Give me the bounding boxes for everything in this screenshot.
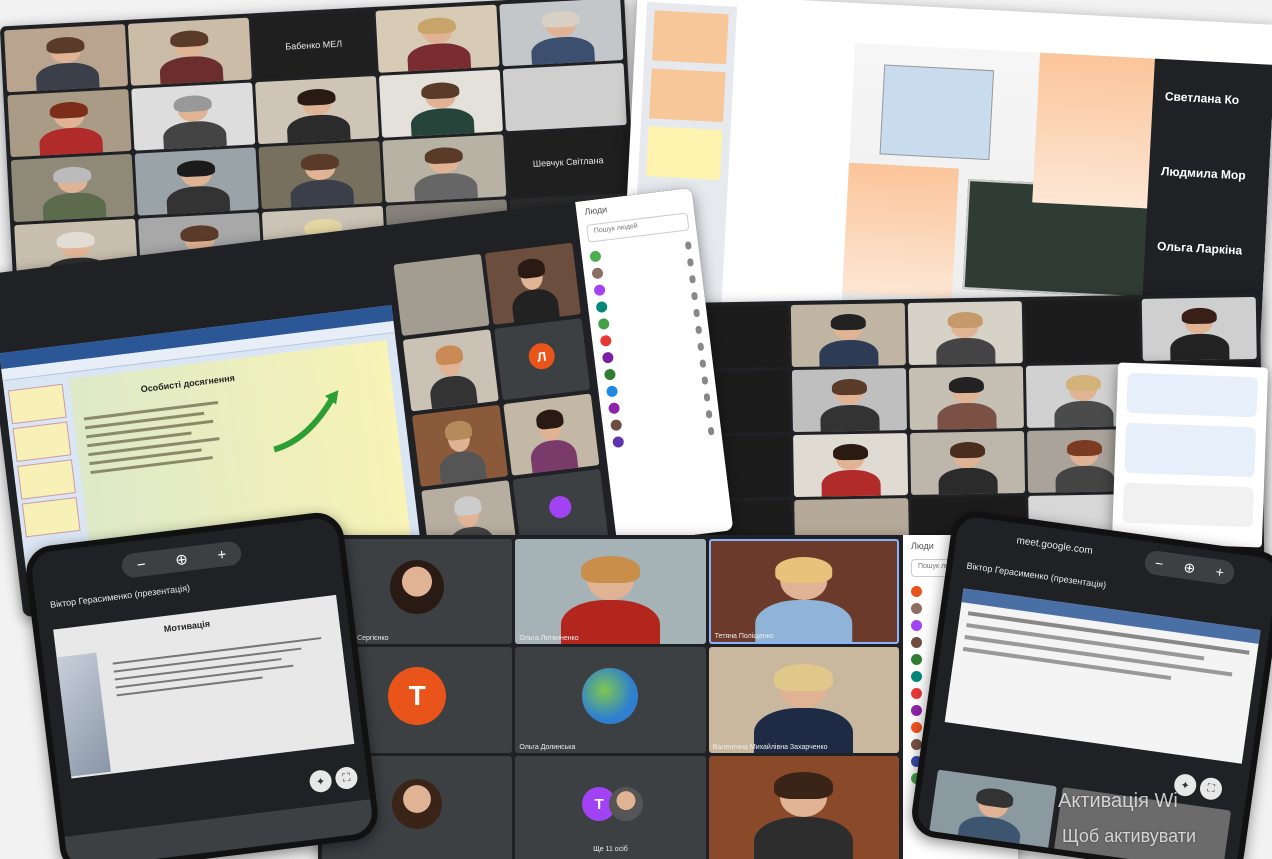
video-tile[interactable]: Ольга Литвиненко <box>515 539 706 645</box>
video-tile[interactable] <box>258 140 383 210</box>
zoom-controls: − ⊕ + <box>120 540 243 579</box>
zoom-out-button[interactable]: − <box>1154 555 1164 572</box>
globe-icon <box>582 667 639 724</box>
activation-watermark-line1: Активація Wi <box>1058 790 1178 812</box>
activation-watermark-line2: Щоб активувати <box>1062 826 1197 846</box>
phone-left: − ⊕ + Віктор Герасименко (презентація) М… <box>23 509 381 859</box>
video-tile[interactable]: Валентина Михайлівна Захарченко <box>708 647 899 753</box>
video-tile[interactable] <box>402 329 499 412</box>
video-tile[interactable] <box>1141 296 1257 361</box>
slide-title: Мотивація <box>163 618 211 635</box>
video-tile[interactable] <box>1024 298 1140 363</box>
search-icon[interactable]: ⊕ <box>1183 558 1197 576</box>
video-tile[interactable] <box>791 368 907 433</box>
pin-icon[interactable]: ✦ <box>308 768 333 794</box>
search-icon[interactable]: ⊕ <box>174 550 189 569</box>
growth-arrow-icon <box>262 386 349 455</box>
video-tile[interactable] <box>393 253 490 337</box>
avatar: Л <box>527 341 557 371</box>
video-tile-avatar[interactable]: Ольга Долинська <box>515 647 706 753</box>
video-tile[interactable] <box>10 153 135 223</box>
video-tile[interactable] <box>378 69 503 138</box>
video-tile[interactable] <box>3 24 129 93</box>
slide-title: Особисті досягнення <box>140 372 236 395</box>
video-tile[interactable] <box>708 755 899 859</box>
video-tile[interactable] <box>127 17 252 86</box>
fullscreen-icon[interactable]: ⛶ <box>334 765 359 791</box>
participant-name: Светлана Ко <box>1164 89 1240 108</box>
participant-name: Людмила Мор <box>1160 164 1246 183</box>
avatar: Т <box>388 666 447 725</box>
video-tile[interactable] <box>134 147 259 216</box>
participant-name: Валентина Михайлівна Захарченко <box>712 743 828 751</box>
participant-name: Ольга Литвиненко <box>519 635 579 643</box>
avatar <box>548 494 573 520</box>
zoom-in-button[interactable]: + <box>216 546 227 564</box>
zoom-in-button[interactable]: + <box>1215 563 1225 580</box>
presenter-label: Віктор Герасименко (презентація) <box>965 560 1107 591</box>
slide-thumb[interactable] <box>646 126 723 181</box>
video-tile[interactable]: Тетяна Поліщенко <box>708 539 899 645</box>
zoom-out-button[interactable]: − <box>136 555 147 573</box>
shared-webpage <box>944 588 1261 764</box>
fullscreen-icon[interactable]: ⛶ <box>1198 776 1224 802</box>
video-tile-avatar[interactable]: Л <box>494 318 591 401</box>
video-tile[interactable] <box>793 433 909 498</box>
participant-name: Ольга Ларкіна <box>1156 239 1243 258</box>
video-tile[interactable] <box>790 303 906 368</box>
video-column: Л <box>393 242 609 563</box>
video-tile[interactable] <box>375 4 500 73</box>
video-tile[interactable] <box>131 82 256 151</box>
participant-name: Бабенко МЕЛ <box>285 38 343 52</box>
avatar <box>390 560 445 615</box>
slide-thumb[interactable] <box>649 68 726 123</box>
video-tile[interactable] <box>503 393 600 476</box>
participant-name: Шевчук Світлана <box>532 155 604 169</box>
presenter-label: Віктор Герасименко (презентація) <box>49 582 191 610</box>
video-tile-name-only[interactable]: Бабенко МЕЛ <box>251 11 376 80</box>
video-tile[interactable] <box>908 366 1024 430</box>
video-tile[interactable] <box>502 62 627 132</box>
slide-thumb[interactable] <box>652 10 729 65</box>
participant-name: Ольга Долинська <box>519 743 576 751</box>
participant-name: Тетяна Поліщенко <box>714 633 774 641</box>
video-tile-name-only[interactable]: Шевчук Світлана <box>506 127 631 197</box>
zoom-controls: − ⊕ + <box>1143 549 1236 586</box>
more-participants-label: Ще 11 осіб <box>593 846 628 853</box>
shared-slide: Мотивація <box>53 594 355 779</box>
video-tile[interactable] <box>255 75 380 145</box>
avatar <box>608 787 643 822</box>
video-tile[interactable] <box>382 134 507 203</box>
avatar <box>392 779 443 830</box>
video-tile[interactable] <box>499 0 624 67</box>
video-tile-more[interactable]: Т Ще 11 осіб <box>515 755 706 859</box>
video-tile[interactable] <box>411 404 509 487</box>
video-tile[interactable] <box>907 301 1023 366</box>
chat-panel <box>1111 362 1269 548</box>
video-tile[interactable] <box>7 88 132 158</box>
video-tile[interactable] <box>910 431 1026 495</box>
meeting-url: meet.google.com <box>1015 535 1094 557</box>
video-tile[interactable] <box>484 242 581 325</box>
